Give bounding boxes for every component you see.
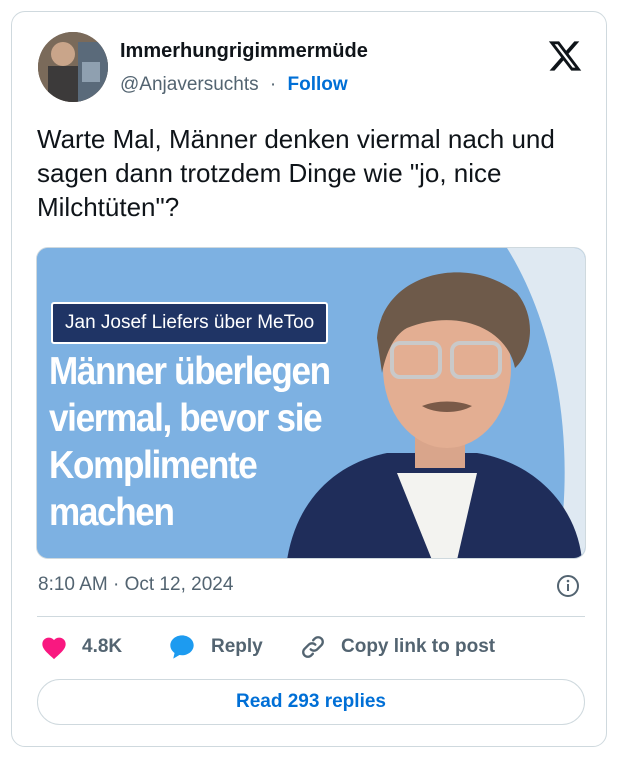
avatar[interactable]	[38, 32, 108, 102]
media-tag: Jan Josef Liefers über MeToo	[51, 302, 329, 344]
x-logo-icon[interactable]	[547, 38, 583, 74]
tweet-media-image[interactable]: Jan Josef Liefers über MeToo Männer über…	[36, 247, 586, 559]
like-count: 4.8K	[82, 636, 123, 657]
author-name[interactable]: Immerhungrigimmermüde	[120, 40, 368, 63]
tweet-timestamp[interactable]: 8:10 AM · Oct 12, 2024	[38, 574, 233, 596]
reply-label: Reply	[211, 636, 263, 657]
follow-button[interactable]: Follow	[288, 74, 348, 95]
copy-link-label: Copy link to post	[341, 636, 496, 657]
separator-dot: ·	[269, 74, 277, 95]
reply-button[interactable]: Reply	[167, 632, 263, 662]
author-handle-row: @Anjaversuchts · Follow	[120, 74, 348, 96]
media-headline: Männer überlegen viermal, bevor sie Komp…	[49, 350, 331, 534]
read-replies-button[interactable]: Read 293 replies	[37, 679, 585, 725]
like-button[interactable]: 4.8K	[40, 632, 122, 662]
tweet-text: Warte Mal, Männer denken viermal nach un…	[37, 124, 555, 222]
tweet-card: Immerhungrigimmermüde @Anjaversuchts · F…	[11, 11, 607, 747]
link-icon	[302, 636, 324, 658]
info-icon[interactable]	[556, 574, 580, 598]
copy-link-button[interactable]: Copy link to post	[299, 632, 495, 662]
divider	[37, 616, 585, 617]
author-handle[interactable]: @Anjaversuchts	[120, 74, 259, 95]
reply-bubble-icon	[170, 635, 194, 659]
heart-icon	[42, 637, 66, 660]
